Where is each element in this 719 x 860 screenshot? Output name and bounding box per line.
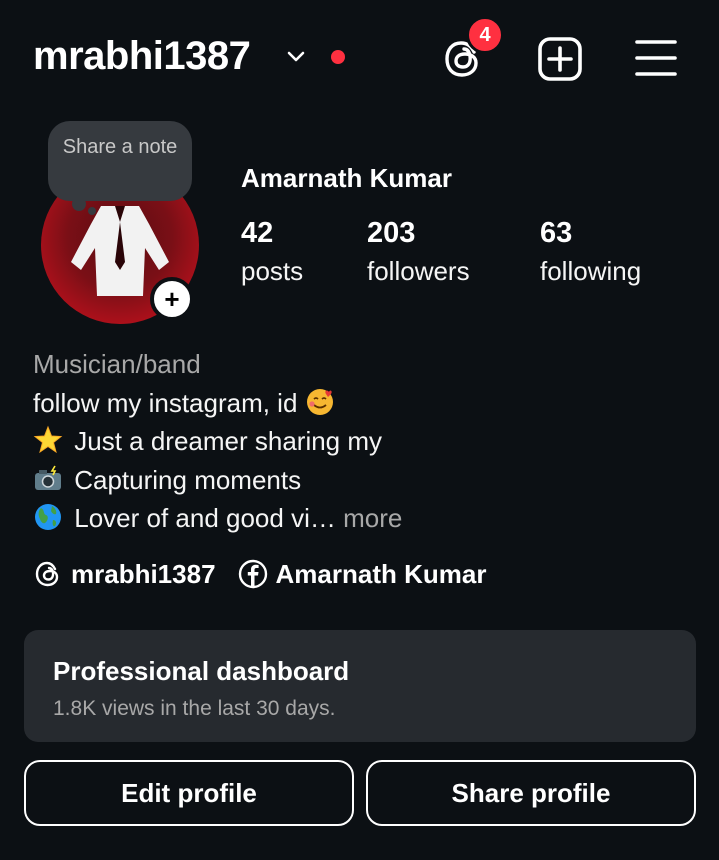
posts-count: 42 (241, 217, 274, 249)
bio-line: Capturing moments (33, 461, 402, 500)
edit-profile-button[interactable]: Edit profile (24, 760, 354, 826)
facebook-profile-link[interactable]: Amarnath Kumar (238, 558, 487, 590)
add-story-button[interactable]: + (150, 277, 194, 321)
bio-line-text: Just a dreamer sharing my (74, 426, 383, 456)
profile-header: mrabhi1387 4 (0, 0, 719, 115)
share-note-bubble[interactable]: Share a note (48, 121, 192, 201)
profile-category: Musician/band (33, 349, 201, 379)
facebook-icon (238, 559, 267, 589)
followers-count: 203 (367, 217, 416, 249)
glowing-star-icon (33, 425, 63, 454)
bio-line-text: Capturing moments (74, 464, 302, 495)
notification-badge: 4 (466, 16, 504, 54)
dashboard-subtitle: 1.8K views in the last 30 days. (53, 697, 336, 720)
profile-bio: Musician/band follow my instagram, id Ju… (33, 345, 402, 538)
bio-line: Just a dreamer sharing my (33, 422, 402, 461)
threads-link-label: mrabhi1387 (71, 558, 216, 589)
following-count: 63 (540, 217, 573, 249)
bio-line: follow my instagram, id (33, 384, 402, 423)
threads-profile-link[interactable]: mrabhi1387 (33, 559, 216, 590)
followers-label: followers (367, 256, 470, 286)
globe-icon (35, 504, 61, 530)
share-profile-button[interactable]: Share profile (366, 760, 696, 826)
profile-full-name: Amarnath Kumar (241, 163, 452, 193)
unread-dot (331, 50, 345, 64)
camera-with-flash-icon (35, 465, 61, 490)
bio-line: Lover of and good vi… more (33, 499, 402, 538)
facebook-link-label: Amarnath Kumar (275, 558, 487, 589)
smiling-face-with-hearts-icon (306, 388, 333, 415)
following-label: following (540, 256, 642, 286)
bio-more-link[interactable]: more (343, 503, 402, 533)
stat-following[interactable]: 63 following (540, 217, 641, 287)
threads-icon (35, 561, 59, 587)
profile-links: mrabhi1387 Amarnath Kumar (33, 556, 486, 592)
dashboard-title: Professional dashboard (53, 656, 350, 686)
professional-dashboard-card[interactable]: Professional dashboard 1.8K views in the… (24, 630, 696, 742)
account-username[interactable]: mrabhi1387 (33, 34, 251, 79)
note-bubble-tail-small (88, 207, 96, 215)
bio-line-text: follow my instagram, id (33, 387, 298, 418)
hamburger-menu-icon[interactable] (634, 38, 678, 78)
posts-label: posts (241, 256, 304, 286)
chevron-down-icon[interactable] (286, 50, 306, 64)
stat-posts[interactable]: 42 posts (241, 217, 303, 287)
add-post-icon[interactable] (537, 36, 583, 82)
bio-line-text: Lover of and good vi… (74, 503, 336, 533)
stat-followers[interactable]: 203 followers (367, 217, 470, 287)
